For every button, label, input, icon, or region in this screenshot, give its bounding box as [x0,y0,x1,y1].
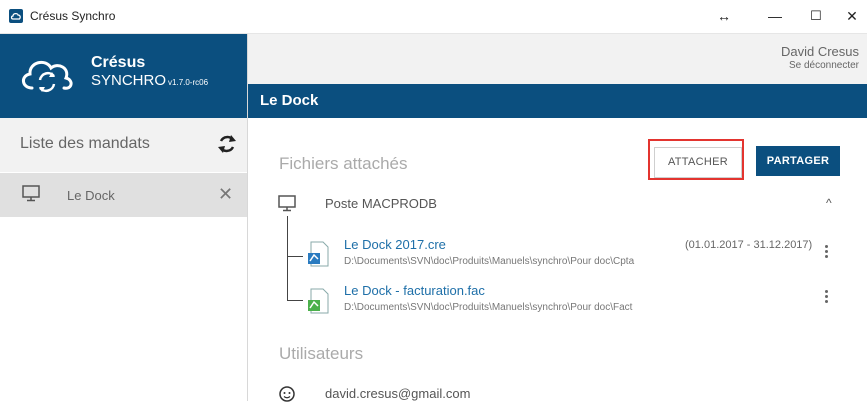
brand-name: Crésus [91,54,146,71]
window-title: Crésus Synchro [30,9,116,23]
sync-icon[interactable] [216,132,238,156]
file-name-link[interactable]: Le Dock - facturation.fac [344,283,485,298]
monitor-icon [278,195,296,212]
file-path: D:\Documents\SVN\doc\Produits\Manuels\sy… [344,302,633,313]
users-section-title: Utilisateurs [279,344,364,363]
close-window-button[interactable]: ✕ [837,6,867,26]
brand-product-label: SYNCHRO [91,72,167,89]
brand-version: v1.7.0-rc06 [168,78,209,87]
cloud-sync-logo-icon [22,60,73,93]
user-name: David Cresus [780,44,859,59]
file-period: (01.01.2017 - 31.12.2017) [685,239,813,251]
user-email: david.cresus@gmail.com [325,386,471,401]
poste-label: Poste MACPRODB [325,196,437,211]
sidebar: Crésus SYNCHRO v1.7.0-rc06 Liste des mand… [0,34,248,401]
page-title: Le Dock [260,92,319,109]
brand-header: Crésus SYNCHRO v1.7.0-rc06 [0,34,247,118]
maximize-button[interactable]: ☐ [801,6,831,26]
mandats-list-header: Liste des mandats [0,118,247,172]
more-options-icon[interactable] [825,288,831,305]
cresus-facturation-file-icon [308,288,329,314]
logout-link[interactable]: Se déconnecter [789,60,859,71]
sidebar-item-le-dock[interactable]: Le Dock ✕ [0,173,247,217]
more-options-icon[interactable] [825,243,831,260]
share-button[interactable]: PARTAGER [756,146,840,176]
tree-connector [287,300,303,301]
resize-icon[interactable]: ↔ [709,6,739,26]
cresus-compta-file-icon [308,241,329,267]
window-titlebar: Crésus Synchro ↔ — ☐ ✕ [0,0,867,34]
user-face-icon [279,386,295,402]
page-title-bar: Le Dock [248,84,867,118]
sidebar-item-label: Le Dock [67,188,115,203]
file-path: D:\Documents\SVN\doc\Produits\Manuels\sy… [344,256,635,267]
brand-product: SYNCHRO v1.7.0-rc06 [91,72,208,89]
user-area: David Cresus Se déconnecter [248,34,867,84]
attach-button[interactable]: ATTACHER [654,147,742,178]
chevron-up-icon[interactable]: ^ [826,196,832,210]
file-name-link[interactable]: Le Dock 2017.cre [344,237,446,252]
remove-mandat-icon[interactable]: ✕ [218,184,233,205]
mandats-list-title: Liste des mandats [20,135,150,152]
app-icon [9,9,23,23]
files-section-title: Fichiers attachés [279,154,408,173]
tree-connector [287,216,288,300]
monitor-icon [22,185,40,202]
tree-connector [287,256,303,257]
minimize-button[interactable]: — [760,6,790,26]
